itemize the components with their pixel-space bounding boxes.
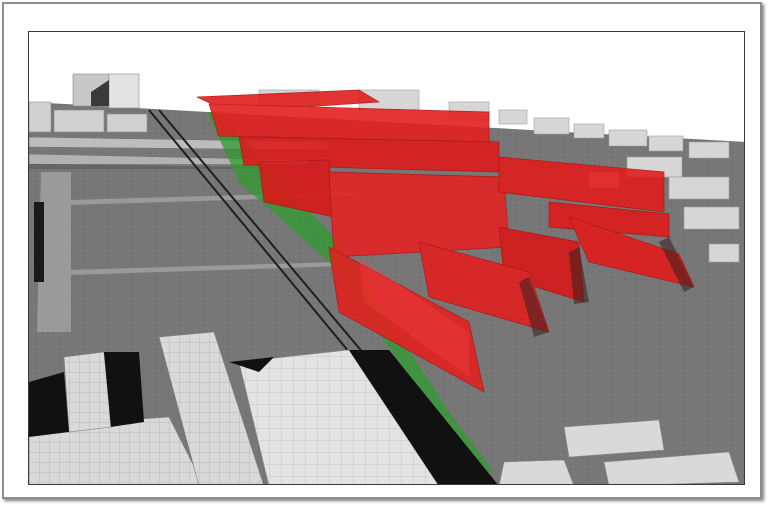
scene-viewport: [28, 31, 745, 485]
tower-left: [72, 73, 140, 109]
urban-massing-render: [29, 32, 744, 484]
image-frame: [2, 2, 762, 499]
left-road-shadow: [34, 202, 44, 282]
